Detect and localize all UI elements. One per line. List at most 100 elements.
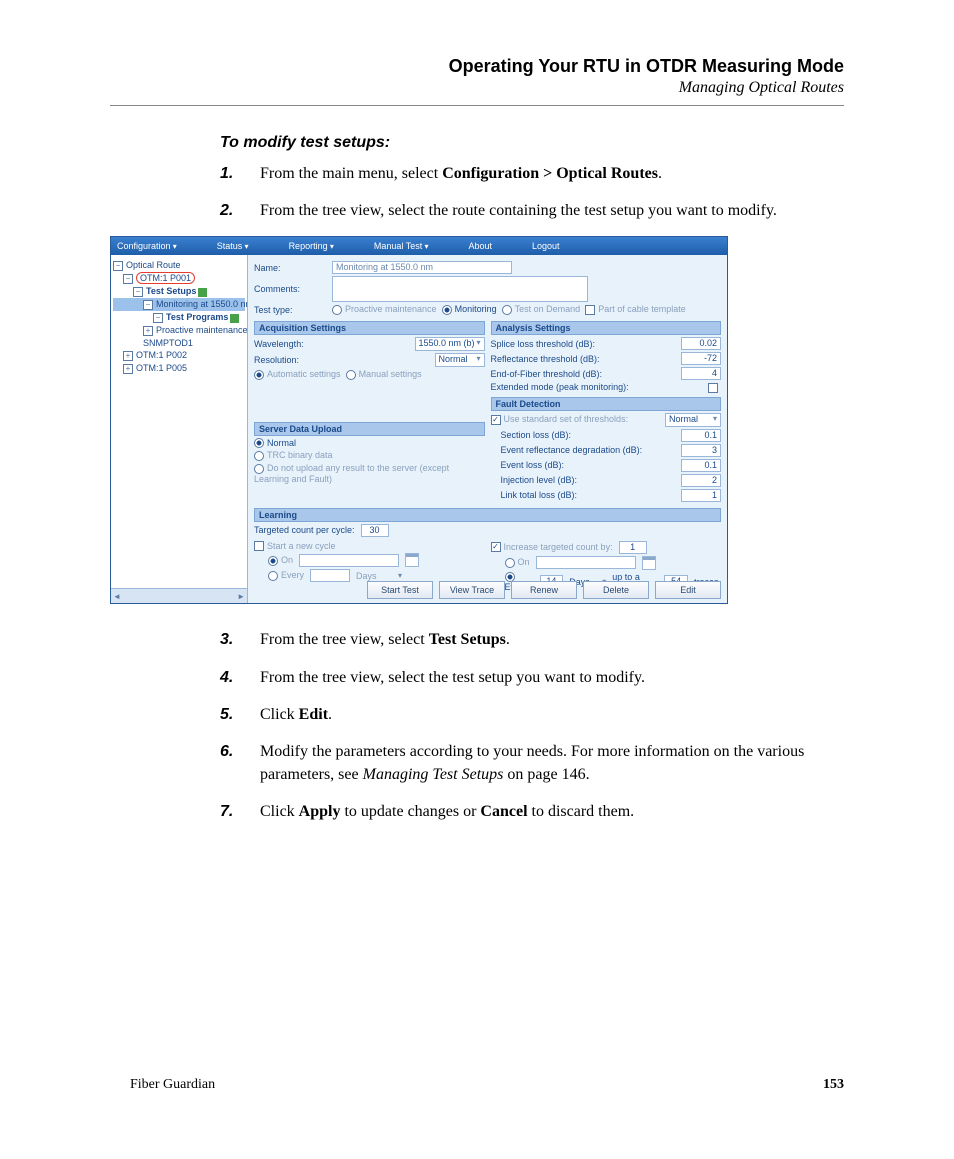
- add-icon[interactable]: [230, 314, 239, 323]
- acquisition-header: Acquisition Settings: [254, 321, 485, 335]
- erd-value[interactable]: 3: [681, 444, 721, 457]
- step-2: 2. From the tree view, select the route …: [220, 199, 844, 222]
- resolution-label: Resolution:: [254, 355, 299, 365]
- step-7: 7. Click Apply to update changes or Canc…: [220, 800, 844, 823]
- renew-button[interactable]: Renew: [511, 581, 577, 599]
- step-7-apply: Apply: [299, 803, 341, 820]
- radio-manual-settings[interactable]: Manual settings: [346, 369, 422, 380]
- radio-auto-settings[interactable]: Automatic settings: [254, 369, 341, 380]
- reflectance-label: Reflectance threshold (dB):: [491, 354, 600, 364]
- learning-header: Learning: [254, 508, 721, 522]
- step-5: 5. Click Edit.: [220, 703, 844, 726]
- eof-label: End-of-Fiber threshold (dB):: [491, 369, 603, 379]
- tree-root[interactable]: −Optical Route: [113, 259, 245, 272]
- radio-test-on-demand[interactable]: Test on Demand: [502, 304, 581, 315]
- name-input[interactable]: Monitoring at 1550.0 nm: [332, 261, 512, 274]
- check-cable-template[interactable]: Part of cable template: [585, 304, 686, 315]
- radio-monitoring[interactable]: Monitoring: [442, 304, 497, 315]
- radio-sdu-none[interactable]: Do not upload any result to the server (…: [254, 463, 485, 484]
- eof-value[interactable]: 4: [681, 367, 721, 380]
- injection-label: Injection level (dB):: [491, 475, 578, 485]
- section-subtitle: Managing Optical Routes: [220, 79, 844, 97]
- tree-monitoring-1550[interactable]: −Monitoring at 1550.0 nm: [113, 298, 245, 311]
- task-title: To modify test setups:: [220, 134, 844, 152]
- tree-otm1-p001[interactable]: −OTM:1 P001: [113, 272, 245, 285]
- calendar-icon[interactable]: [405, 553, 419, 567]
- step-6: 6. Modify the parameters according to yo…: [220, 740, 844, 786]
- edit-button[interactable]: Edit: [655, 581, 721, 599]
- event-loss-value[interactable]: 0.1: [681, 459, 721, 472]
- footer-product: Fiber Guardian: [130, 1077, 215, 1093]
- section-loss-value[interactable]: 0.1: [681, 429, 721, 442]
- step-1-text: From the main menu, select: [260, 165, 442, 182]
- form-panel: Name:Monitoring at 1550.0 nm Comments: T…: [248, 255, 727, 603]
- every-unit-left[interactable]: Days: [356, 571, 402, 581]
- header-rule: [110, 105, 844, 106]
- every-value-left[interactable]: [310, 569, 350, 582]
- tree-snmptod1[interactable]: SNMPTOD1: [113, 337, 245, 349]
- resolution-select[interactable]: Normal: [435, 353, 485, 367]
- step-6-ref: Managing Test Setups: [363, 766, 508, 783]
- tree-test-setups[interactable]: −Test Setups: [113, 285, 245, 298]
- on-date-right[interactable]: [536, 556, 636, 569]
- step-2-text: From the tree view, select the route con…: [260, 202, 777, 219]
- comments-label: Comments:: [254, 284, 332, 294]
- radio-every-left[interactable]: Every: [268, 570, 304, 581]
- splice-value[interactable]: 0.02: [681, 337, 721, 350]
- event-loss-label: Event loss (dB):: [491, 460, 565, 470]
- start-new-cycle-check[interactable]: Start a new cycle: [254, 541, 336, 552]
- std-thresholds-select[interactable]: Normal: [665, 413, 721, 427]
- menu-configuration[interactable]: Configuration: [117, 241, 177, 251]
- menu-status[interactable]: Status: [217, 241, 249, 251]
- on-date-left[interactable]: [299, 554, 399, 567]
- step-4: 4. From the tree view, select the test s…: [220, 666, 844, 689]
- section-title: Operating Your RTU in OTDR Measuring Mod…: [220, 56, 844, 77]
- menu-logout[interactable]: Logout: [532, 241, 560, 251]
- start-test-button[interactable]: Start Test: [367, 581, 433, 599]
- menu-about[interactable]: About: [468, 241, 492, 251]
- tree-test-programs[interactable]: −Test Programs: [113, 311, 245, 324]
- reflectance-value[interactable]: -72: [681, 352, 721, 365]
- link-total-label: Link total loss (dB):: [491, 490, 578, 500]
- tree-otm1-p002[interactable]: +OTM:1 P002: [113, 349, 245, 362]
- highlight-circle: OTM:1 P001: [136, 272, 195, 284]
- fault-detection-header: Fault Detection: [491, 397, 722, 411]
- injection-value[interactable]: 2: [681, 474, 721, 487]
- calendar-icon[interactable]: [642, 556, 656, 570]
- radio-sdu-normal[interactable]: Normal: [254, 438, 296, 449]
- targeted-count-label: Targeted count per cycle:: [254, 525, 355, 535]
- view-trace-button[interactable]: View Trace: [439, 581, 505, 599]
- test-type-label: Test type:: [254, 305, 332, 315]
- targeted-count-value[interactable]: 30: [361, 524, 389, 537]
- menu-bar: Configuration Status Reporting Manual Te…: [111, 237, 727, 255]
- increase-count-value[interactable]: 1: [619, 541, 647, 554]
- name-label: Name:: [254, 263, 332, 273]
- add-icon[interactable]: [198, 288, 207, 297]
- erd-label: Event reflectance degradation (dB):: [491, 445, 643, 455]
- radio-sdu-trc[interactable]: TRC binary data: [254, 450, 333, 461]
- increase-count-check[interactable]: Increase targeted count by:: [491, 542, 613, 553]
- tree-view[interactable]: −Optical Route −OTM:1 P001 −Test Setups …: [111, 255, 248, 603]
- server-upload-header: Server Data Upload: [254, 422, 485, 436]
- std-thresholds-check[interactable]: Use standard set of thresholds:: [491, 414, 629, 425]
- wavelength-label: Wavelength:: [254, 339, 304, 349]
- section-loss-label: Section loss (dB):: [491, 430, 572, 440]
- radio-on-left[interactable]: On: [268, 555, 293, 566]
- link-total-value[interactable]: 1: [681, 489, 721, 502]
- radio-on-right[interactable]: On: [505, 557, 530, 568]
- extended-mode-check[interactable]: [708, 382, 721, 393]
- delete-button[interactable]: Delete: [583, 581, 649, 599]
- tree-scrollbar[interactable]: ◄►: [111, 588, 247, 603]
- step-3: 3. From the tree view, select Test Setup…: [220, 628, 844, 651]
- tree-proactive[interactable]: +Proactive maintenance at: [113, 324, 245, 337]
- analysis-header: Analysis Settings: [491, 321, 722, 335]
- app-screenshot: Configuration Status Reporting Manual Te…: [110, 236, 728, 604]
- menu-manual-test[interactable]: Manual Test: [374, 241, 429, 251]
- step-1-path: Configuration > Optical Routes: [442, 165, 658, 182]
- wavelength-select[interactable]: 1550.0 nm (b): [415, 337, 485, 351]
- radio-proactive[interactable]: Proactive maintenance: [332, 304, 437, 315]
- comments-input[interactable]: [332, 276, 588, 302]
- extended-mode-label: Extended mode (peak monitoring):: [491, 382, 629, 392]
- menu-reporting[interactable]: Reporting: [289, 241, 334, 251]
- tree-otm1-p005[interactable]: +OTM:1 P005: [113, 362, 245, 375]
